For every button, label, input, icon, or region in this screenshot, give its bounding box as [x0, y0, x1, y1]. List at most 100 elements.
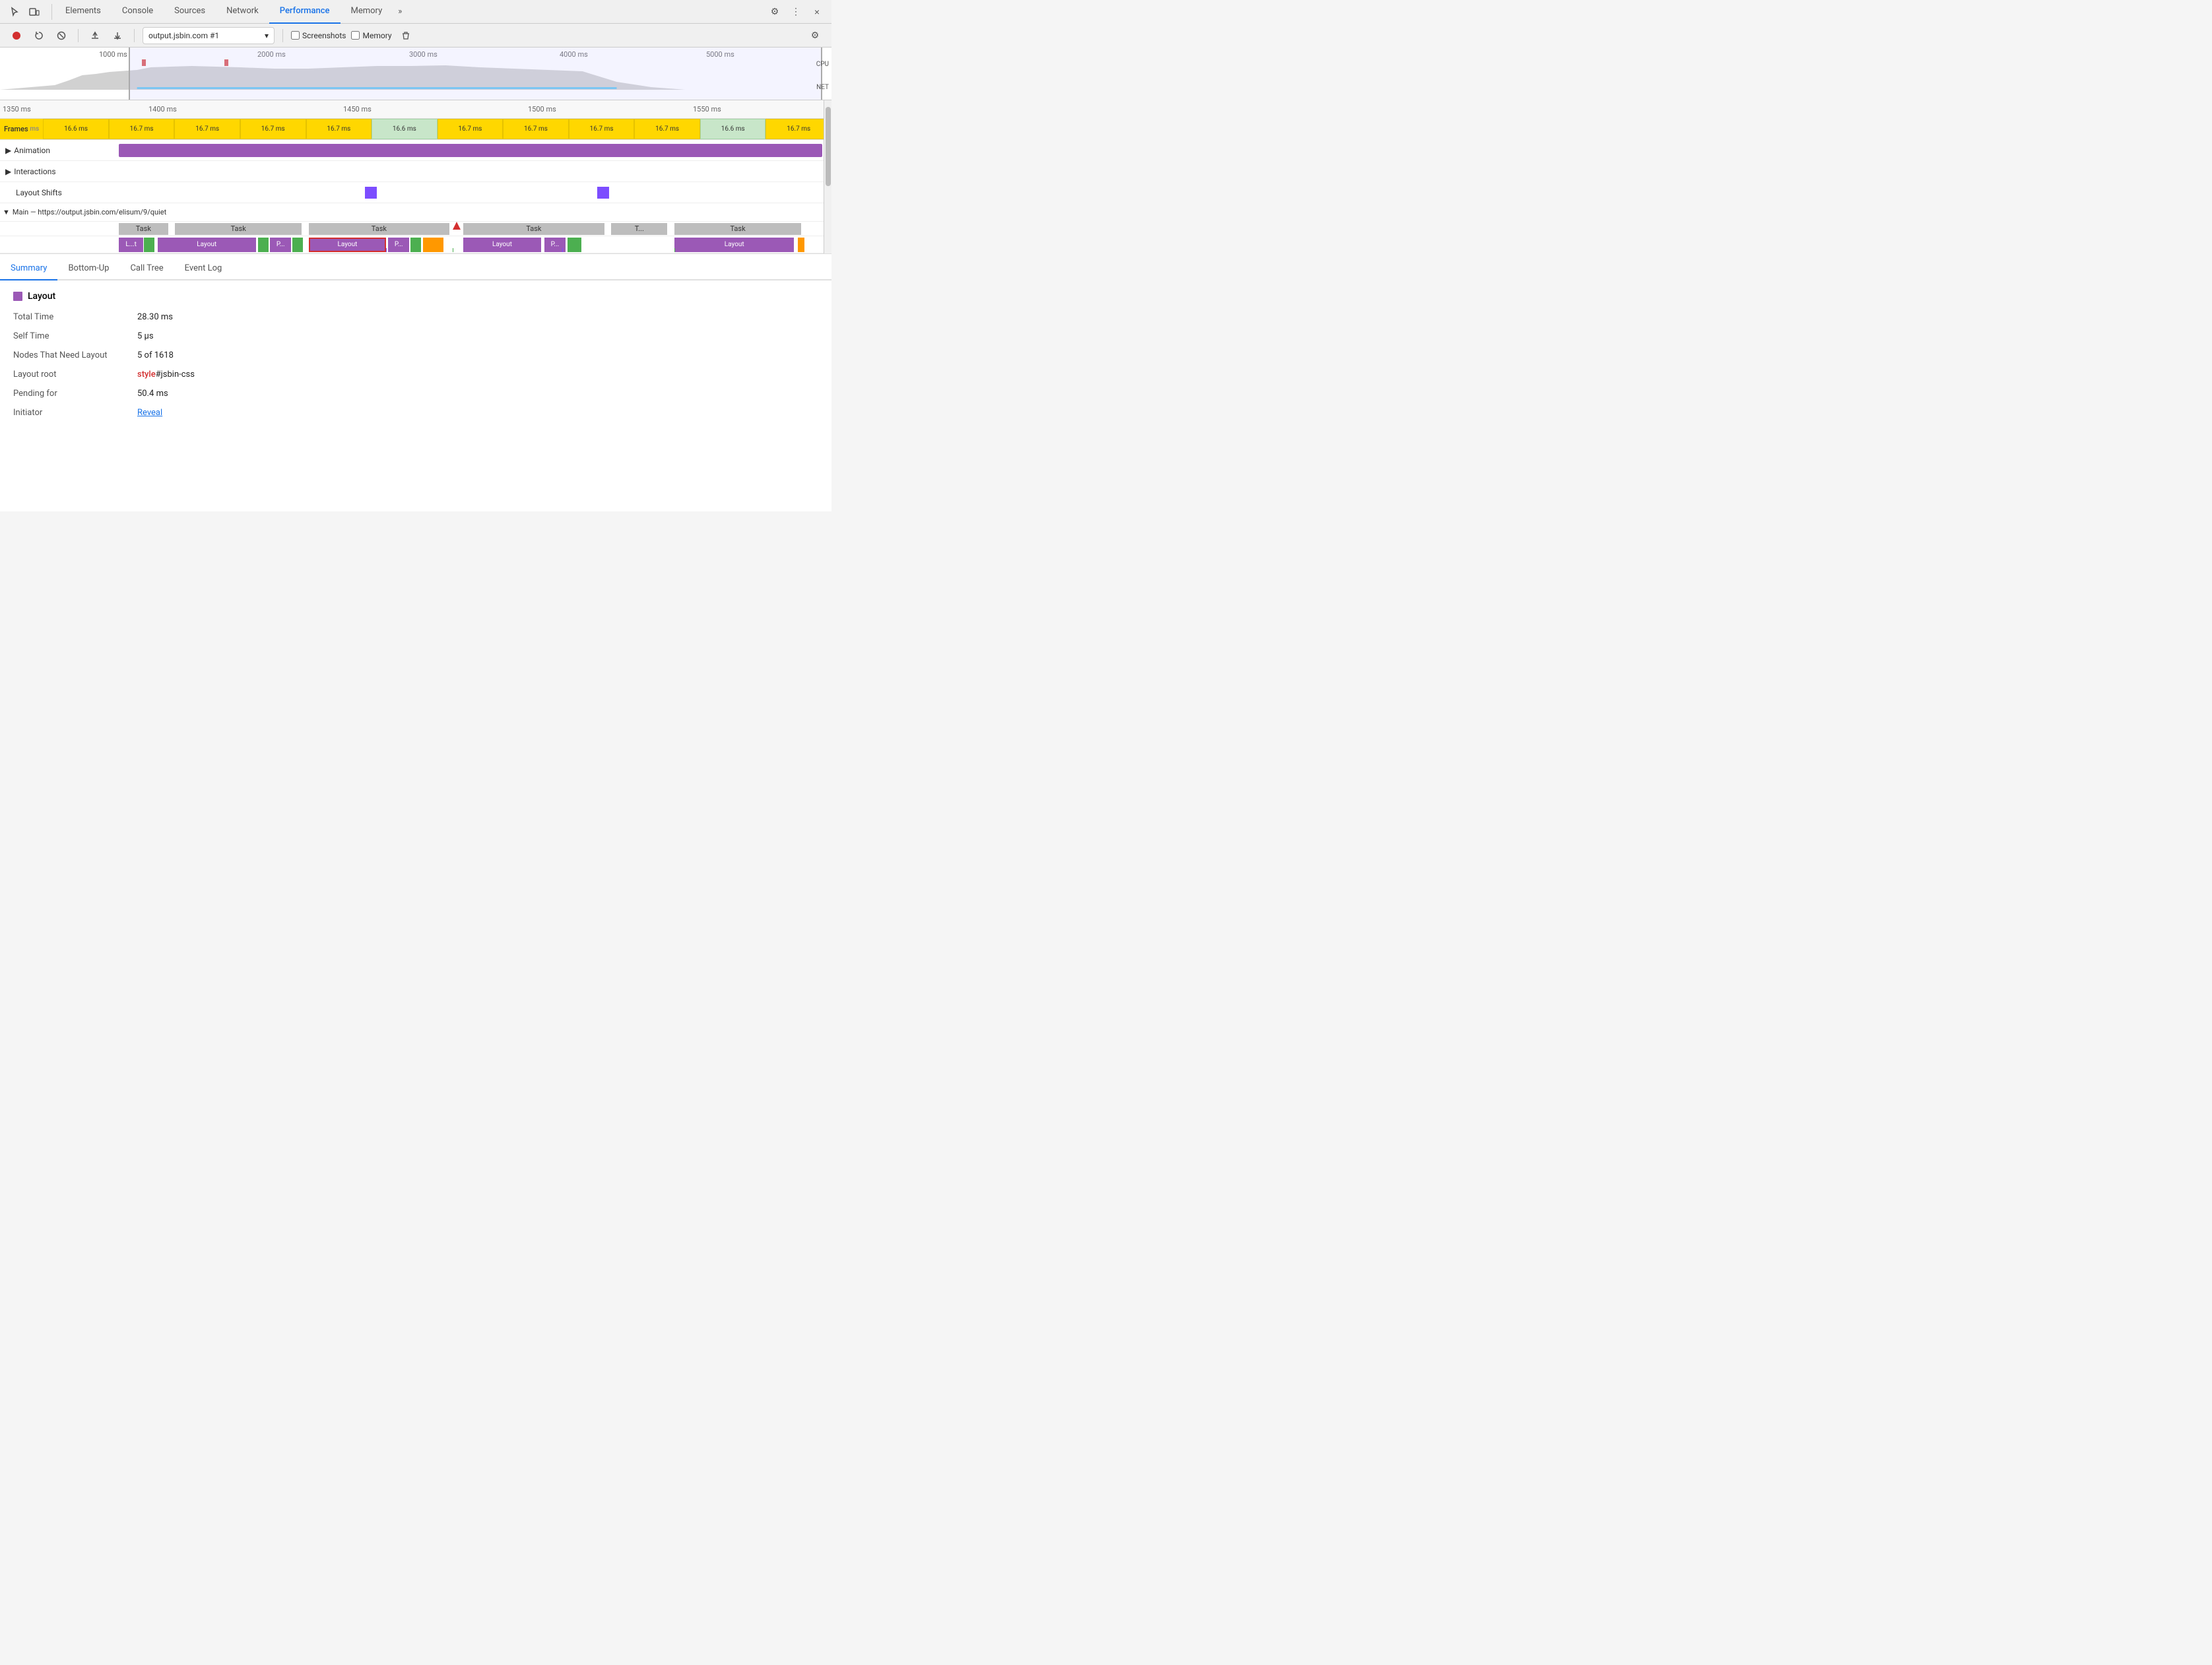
- main-expand-icon: ▼: [3, 208, 10, 216]
- frame-1: 16.6 ms: [43, 119, 109, 139]
- total-time-label: Total Time: [13, 312, 132, 322]
- tab-memory[interactable]: Memory: [341, 0, 393, 24]
- tab-call-tree[interactable]: Call Tree: [119, 257, 174, 280]
- cursor-icon[interactable]: [5, 3, 24, 21]
- tl-time-1550: 1550 ms: [693, 105, 721, 114]
- task-3: Task: [309, 223, 449, 235]
- reveal-link[interactable]: Reveal: [137, 408, 162, 418]
- settings-icon[interactable]: ⚙: [765, 3, 784, 21]
- nodes-value: 5 of 1618: [137, 350, 174, 360]
- subtask-lt[interactable]: L...t: [119, 238, 143, 252]
- frame-5: 16.7 ms: [306, 119, 372, 139]
- layout-shift-2: [597, 187, 609, 199]
- tab-elements[interactable]: Elements: [55, 0, 112, 24]
- subtask-layout-selected[interactable]: Layout: [309, 238, 386, 252]
- layout-shifts-track: [119, 182, 822, 203]
- self-time-label: Self Time: [13, 331, 132, 341]
- download-button[interactable]: [109, 27, 126, 44]
- upload-button[interactable]: [86, 27, 104, 44]
- bottom-tabs: Summary Bottom-Up Call Tree Event Log: [0, 254, 831, 280]
- task-5: T...: [611, 223, 667, 235]
- toolbar-separator-2: [134, 29, 135, 42]
- frames-label: Frames ms: [0, 119, 43, 139]
- selected-region: [129, 48, 822, 100]
- trash-button[interactable]: [397, 27, 414, 44]
- overview-area[interactable]: 1000 ms 2000 ms 3000 ms 4000 ms 5000 ms …: [0, 48, 831, 100]
- screenshots-label[interactable]: Screenshots: [302, 31, 346, 40]
- summary-self-time-row: Self Time 5 μs: [13, 331, 818, 341]
- tab-bottom-up[interactable]: Bottom-Up: [57, 257, 119, 280]
- vertical-scrollbar[interactable]: [824, 100, 831, 253]
- devtools-tabs: Elements Console Sources Network Perform…: [0, 0, 831, 24]
- tl-time-1500: 1500 ms: [528, 105, 556, 114]
- more-options-icon[interactable]: ⋮: [787, 3, 805, 21]
- summary-total-time-row: Total Time 28.30 ms: [13, 312, 818, 322]
- timeline-area: 1350 ms 1400 ms 1450 ms 1500 ms 1550 ms …: [0, 100, 831, 254]
- subtask-p4: P...: [388, 238, 409, 252]
- frame-6: 16.6 ms: [372, 119, 438, 139]
- animation-row: ▶ Animation: [0, 140, 831, 161]
- tab-summary[interactable]: Summary: [0, 257, 57, 280]
- net-label: NET: [816, 84, 829, 91]
- reload-profile-button[interactable]: [30, 27, 48, 44]
- animation-expand-icon: ▶: [5, 146, 11, 155]
- tab-network[interactable]: Network: [216, 0, 269, 24]
- interactions-row: ▶ Interactions: [0, 161, 831, 182]
- summary-layout-root-row: Layout root style#jsbin-css: [13, 370, 818, 379]
- overview-time-1000: 1000 ms: [99, 50, 127, 59]
- record-button[interactable]: [8, 27, 25, 44]
- memory-label[interactable]: Memory: [362, 31, 391, 40]
- summary-initiator-row: Initiator Reveal: [13, 408, 818, 418]
- main-thread-row: ▼ Main — https://output.jsbin.com/elisum…: [0, 203, 831, 222]
- toolbar-separator: [78, 29, 79, 42]
- subtask-layout1: Layout: [158, 238, 256, 252]
- pending-for-label: Pending for: [13, 389, 132, 399]
- frame-4: 16.7 ms: [240, 119, 306, 139]
- frame-8: 16.7 ms: [503, 119, 569, 139]
- interactions-toggle[interactable]: ▶ Interactions: [0, 161, 119, 181]
- tl-time-1350: 1350 ms: [3, 105, 31, 114]
- tab-console[interactable]: Console: [112, 0, 164, 24]
- screenshots-checkbox[interactable]: [291, 31, 300, 40]
- tab-event-log[interactable]: Event Log: [174, 257, 233, 280]
- subtask-green3: [568, 238, 581, 252]
- frames-row: Frames ms 16.6 ms 16.7 ms 16.7 ms 16.7 m…: [0, 119, 831, 140]
- device-toggle-icon[interactable]: [25, 3, 44, 21]
- screenshots-checkbox-group: Screenshots: [291, 31, 346, 40]
- task-6: Task: [674, 223, 801, 235]
- cpu-label: CPU: [816, 61, 829, 68]
- red-flag: [453, 222, 461, 232]
- subtask-layout3: Layout: [674, 238, 794, 252]
- total-time-value: 28.30 ms: [137, 312, 173, 322]
- subtask-track: L...t Layout P... Layout P... Layout P..…: [119, 238, 822, 252]
- frame-9: 16.7 ms: [569, 119, 635, 139]
- animation-toggle[interactable]: ▶ Animation: [0, 140, 119, 160]
- tab-more[interactable]: »: [393, 0, 407, 24]
- capture-settings-button[interactable]: ⚙: [806, 27, 824, 44]
- tab-sources[interactable]: Sources: [164, 0, 216, 24]
- task-track: Task Task Task Task T... Task: [119, 222, 822, 236]
- perf-toolbar: output.jsbin.com #1 ▾ Screenshots Memory…: [0, 24, 831, 48]
- tab-separator: [51, 4, 52, 20]
- animation-bar: [119, 144, 822, 157]
- layout-shift-1: [365, 187, 377, 199]
- close-icon[interactable]: ×: [808, 3, 826, 21]
- memory-checkbox[interactable]: [351, 31, 360, 40]
- layout-root-value: style#jsbin-css: [137, 370, 195, 379]
- summary-nodes-row: Nodes That Need Layout 5 of 1618: [13, 350, 818, 360]
- url-selector[interactable]: output.jsbin.com #1 ▾: [143, 27, 275, 44]
- layout-root-label: Layout root: [13, 370, 132, 379]
- scrollbar-thumb[interactable]: [826, 107, 831, 186]
- subtask-pt1: [144, 238, 154, 252]
- tick-2: [259, 248, 260, 252]
- tl-time-1450: 1450 ms: [343, 105, 372, 114]
- frames-track: 16.6 ms 16.7 ms 16.7 ms 16.7 ms 16.7 ms …: [43, 119, 831, 139]
- clear-button[interactable]: [53, 27, 70, 44]
- summary-title: Layout: [13, 291, 818, 302]
- tab-performance[interactable]: Performance: [269, 0, 341, 24]
- task-labels-row: Task Task Task Task T... Task: [0, 222, 831, 236]
- nodes-label: Nodes That Need Layout: [13, 350, 132, 360]
- tick-6: [674, 248, 675, 252]
- subtask-layout2: Layout: [463, 238, 540, 252]
- tick-5: [562, 248, 563, 252]
